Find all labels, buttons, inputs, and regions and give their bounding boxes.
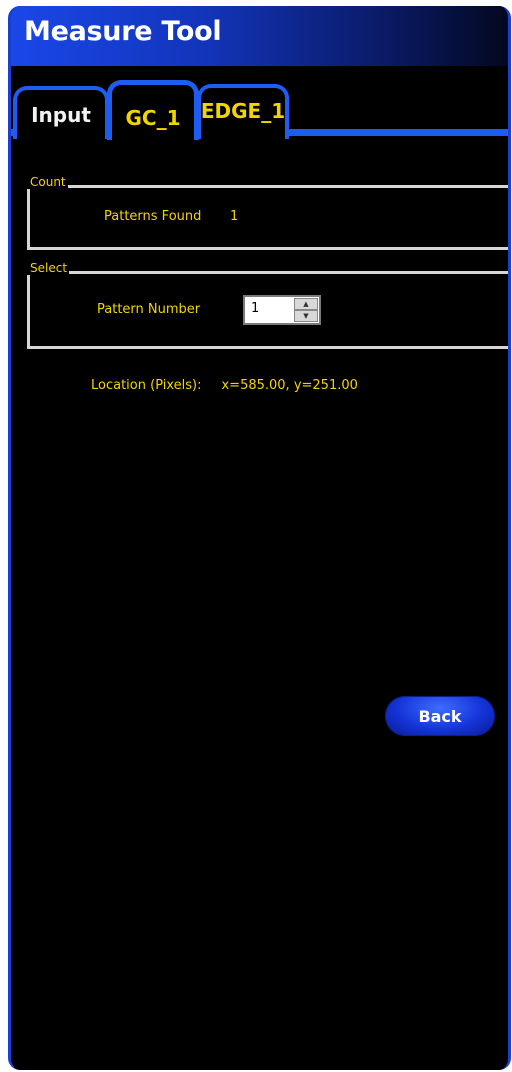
stepper-down-icon[interactable]: ▼ [294, 310, 318, 322]
select-group-legend: Select [27, 261, 70, 275]
location-readout: Location (Pixels): x=585.00, y=251.00 [91, 378, 358, 393]
title-bar: Measure Tool [11, 6, 508, 66]
tab-edge-1[interactable]: EDGE_1 [197, 84, 289, 139]
tab-input-label: Input [31, 102, 91, 127]
pattern-number-value[interactable]: 1 [251, 301, 259, 316]
patterns-found-value: 1 [230, 209, 239, 224]
location-label: Location (Pixels): [91, 378, 202, 393]
patterns-found-label: Patterns Found [104, 209, 202, 224]
stepper-up-icon[interactable]: ▲ [294, 298, 318, 310]
pattern-number-label: Pattern Number [97, 302, 201, 317]
count-group-legend: Count [27, 175, 68, 189]
count-group: Count Patterns Found 1 [27, 175, 508, 250]
back-button[interactable]: Back [385, 696, 495, 736]
tab-input[interactable]: Input [13, 86, 109, 139]
tab-gc-1-label: GC_1 [125, 105, 181, 130]
stepper-buttons: ▲ ▼ [294, 298, 318, 322]
select-group: Select Pattern Number 1 ▲ ▼ [27, 261, 508, 349]
tab-gc-1[interactable]: GC_1 [107, 80, 199, 140]
tab-edge-1-label: EDGE_1 [200, 98, 286, 123]
location-value: x=585.00, y=251.00 [221, 378, 358, 393]
tab-strip: Input EDGE_1 GC_1 [11, 66, 508, 140]
pattern-number-stepper[interactable]: 1 ▲ ▼ [243, 295, 321, 325]
back-button-label: Back [418, 706, 462, 726]
window-title: Measure Tool [24, 16, 222, 47]
measure-tool-window: Measure Tool Input EDGE_1 GC_1 Count Pat… [8, 6, 511, 1070]
